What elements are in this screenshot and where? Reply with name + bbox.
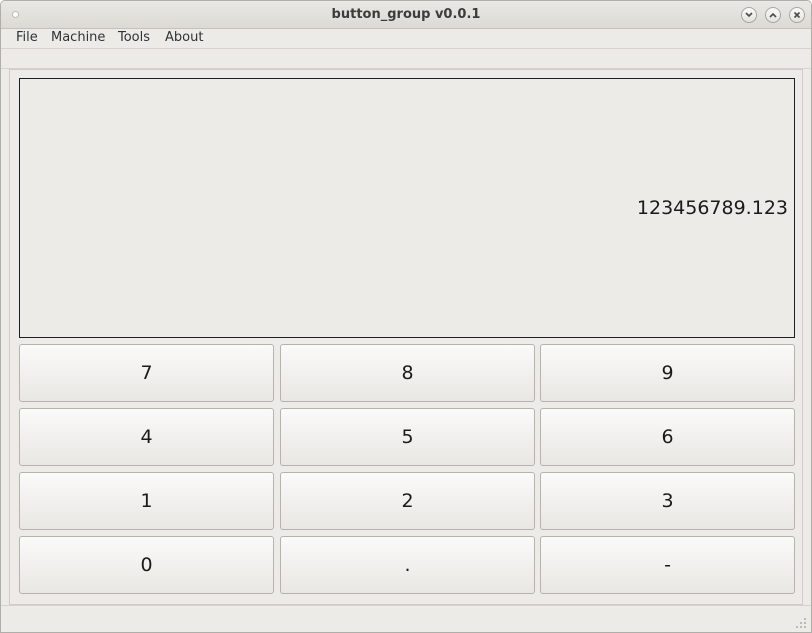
key-0[interactable]: 0	[19, 536, 274, 594]
key-minus[interactable]: -	[540, 536, 795, 594]
key-9[interactable]: 9	[540, 344, 795, 402]
close-button[interactable]	[789, 7, 805, 23]
key-5[interactable]: 5	[280, 408, 535, 466]
app-window: button_group v0.0.1 File Machine Tools A…	[0, 0, 812, 633]
toolbar	[1, 48, 811, 69]
window-title: button_group v0.0.1	[331, 7, 481, 22]
minimize-button[interactable]	[741, 7, 757, 23]
menu-machine[interactable]: Machine	[51, 30, 105, 46]
menu-bar: File Machine Tools About	[1, 29, 811, 49]
menu-file[interactable]: File	[16, 30, 38, 46]
status-bar	[1, 605, 811, 632]
title-bar[interactable]: button_group v0.0.1	[1, 1, 811, 29]
key-6[interactable]: 6	[540, 408, 795, 466]
maximize-button[interactable]	[765, 7, 781, 23]
key-decimal[interactable]: .	[280, 536, 535, 594]
close-icon	[793, 11, 801, 19]
key-1[interactable]: 1	[19, 472, 274, 530]
key-4[interactable]: 4	[19, 408, 274, 466]
menu-tools[interactable]: Tools	[118, 30, 150, 46]
key-2[interactable]: 2	[280, 472, 535, 530]
display-value: 123456789.123	[636, 197, 788, 219]
chevron-up-icon	[769, 12, 777, 18]
resize-grip-icon[interactable]	[795, 617, 807, 629]
key-3[interactable]: 3	[540, 472, 795, 530]
key-8[interactable]: 8	[280, 344, 535, 402]
calculator-display: 123456789.123	[19, 78, 795, 338]
key-7[interactable]: 7	[19, 344, 274, 402]
menu-about[interactable]: About	[165, 30, 203, 46]
chevron-down-icon	[745, 12, 753, 18]
